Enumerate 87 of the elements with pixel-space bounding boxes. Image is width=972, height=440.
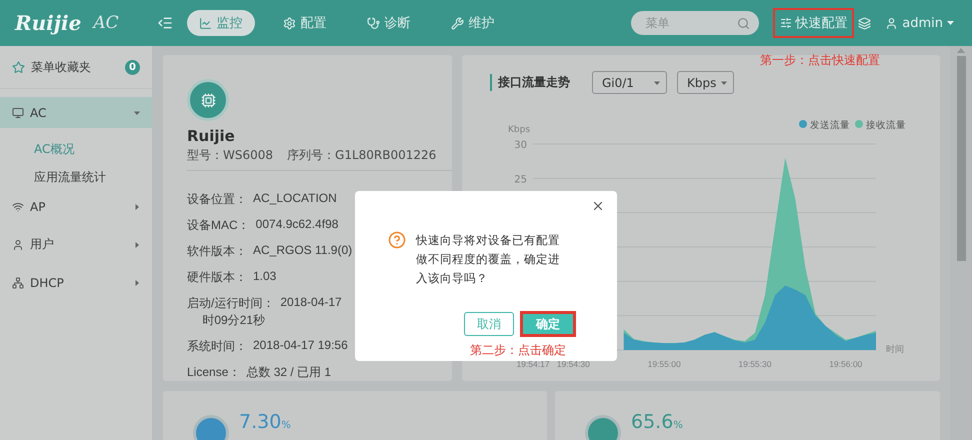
caret-icon xyxy=(947,20,954,26)
scrollbar-thumb[interactable] xyxy=(956,56,966,261)
search-icon xyxy=(737,16,750,30)
quick-config-button[interactable]: 快速配置 xyxy=(773,8,854,38)
submenu-item[interactable]: AC概况 xyxy=(0,135,152,163)
caret-icon xyxy=(134,242,140,248)
monitor-icon xyxy=(12,106,24,118)
y-tick-label: 25 xyxy=(514,174,527,186)
device-name: Ruijie xyxy=(187,127,236,145)
product-name: AC xyxy=(93,13,119,33)
info-value: 2018-04-17 19:56 xyxy=(253,338,348,352)
x-tick-label: 19:54:30 xyxy=(556,359,590,369)
submenu-item[interactable]: 应用流量统计 xyxy=(0,163,152,191)
close-icon[interactable] xyxy=(591,199,605,213)
info-value: AC_LOCATION xyxy=(253,191,337,205)
caret-icon xyxy=(134,204,140,210)
confirm-button[interactable]: 确定 xyxy=(520,311,576,337)
sidebar-label: DHCP xyxy=(30,276,65,290)
stethoscope-icon xyxy=(366,16,380,30)
sidebar-label: 用户 xyxy=(30,236,55,253)
info-value: 时09分21秒 xyxy=(202,312,266,329)
layers-icon[interactable] xyxy=(858,16,872,30)
x-tick-label: 19:55:30 xyxy=(738,359,772,369)
serial-text: 序列号：G1L80RB001226 xyxy=(287,147,436,164)
user-icon xyxy=(885,16,898,30)
cancel-button[interactable]: 取消 xyxy=(464,312,514,336)
sidebar-item[interactable]: DHCP xyxy=(0,267,152,298)
chart-title: 接口流量走势 xyxy=(490,74,570,91)
info-label: 设备MAC： xyxy=(187,217,250,234)
annotation-text: 第二步：点击确定 xyxy=(470,342,566,359)
info-label: 软件版本： xyxy=(187,243,247,260)
sidebar-label: AP xyxy=(30,200,46,214)
x-tick-label: 19:55:00 xyxy=(648,359,681,369)
favorites-label[interactable]: 菜单收藏夹 xyxy=(31,58,125,76)
info-label: 启动/运行时间： xyxy=(187,295,274,312)
wrench-icon xyxy=(450,16,464,30)
network-icon xyxy=(12,276,24,288)
stat-value: 7.30% xyxy=(239,411,291,433)
stat-value: 65.6% xyxy=(631,411,683,433)
nav-tab[interactable]: 监控 xyxy=(186,10,255,36)
chart-icon xyxy=(198,16,212,30)
logo: Ruijie xyxy=(15,11,82,35)
caret-icon xyxy=(134,110,140,116)
axis-title: 时间 xyxy=(886,345,904,355)
caret-icon xyxy=(134,280,140,286)
star-icon xyxy=(12,60,25,74)
legend-label: 接收流量 xyxy=(866,120,906,131)
info-label: License： xyxy=(187,364,240,381)
sidebar-item[interactable]: 用户 xyxy=(0,229,152,260)
info-label: 设备位置： xyxy=(187,191,247,208)
caret-icon xyxy=(721,80,727,86)
nav-tab[interactable]: 配置 xyxy=(270,10,339,36)
model-text: 型号：WS6008 xyxy=(187,147,274,164)
search-field[interactable]: 菜单 xyxy=(631,11,760,35)
device-icon xyxy=(187,79,229,121)
user-icon xyxy=(12,238,24,250)
info-value: 0074.9c62.4f98 xyxy=(256,217,338,231)
gear-icon xyxy=(282,16,296,30)
unit-select[interactable]: Kbps xyxy=(677,71,734,94)
info-label: 硬件版本： xyxy=(187,269,247,286)
info-value: 2018-04-17 xyxy=(280,295,342,309)
info-value: 总数 32 / 已用 1 xyxy=(246,364,332,381)
sidebar-item[interactable]: AP xyxy=(0,191,152,222)
y-tick-label: 30 xyxy=(514,140,527,151)
wifi-icon xyxy=(12,200,24,212)
sliders-icon xyxy=(780,17,792,29)
info-label: 系统时间： xyxy=(187,338,247,355)
sidebar-item[interactable]: AC xyxy=(0,97,152,128)
nav-tab[interactable]: 维护 xyxy=(438,10,507,36)
x-tick-label: 19:54:17 xyxy=(516,359,550,369)
sidebar-label: AC xyxy=(30,106,48,120)
nav-tab[interactable]: 诊断 xyxy=(354,10,423,36)
interface-select[interactable]: Gi0/1 xyxy=(592,71,667,94)
caret-icon xyxy=(654,80,660,86)
count-badge: 0 xyxy=(125,60,140,74)
search-input[interactable]: 菜单 xyxy=(643,15,738,31)
help-icon xyxy=(388,231,406,249)
info-value: 1.03 xyxy=(253,269,276,283)
menu-icon[interactable] xyxy=(156,15,173,31)
axis-title: Kbps xyxy=(508,125,530,135)
legend-label: 发送流量 xyxy=(810,120,850,131)
x-tick-label: 19:56:00 xyxy=(829,359,862,369)
annotation-text: 第一步：点击快速配置 xyxy=(760,52,880,69)
dialog-message: 快速向导将对设备已有配置做不同程度的覆盖，确定进入该向导吗？ xyxy=(416,232,561,287)
info-value: AC_RGOS 11.9(0) xyxy=(253,243,352,257)
scroll-up-icon[interactable] xyxy=(957,48,965,53)
user-menu[interactable]: admin xyxy=(879,14,960,32)
